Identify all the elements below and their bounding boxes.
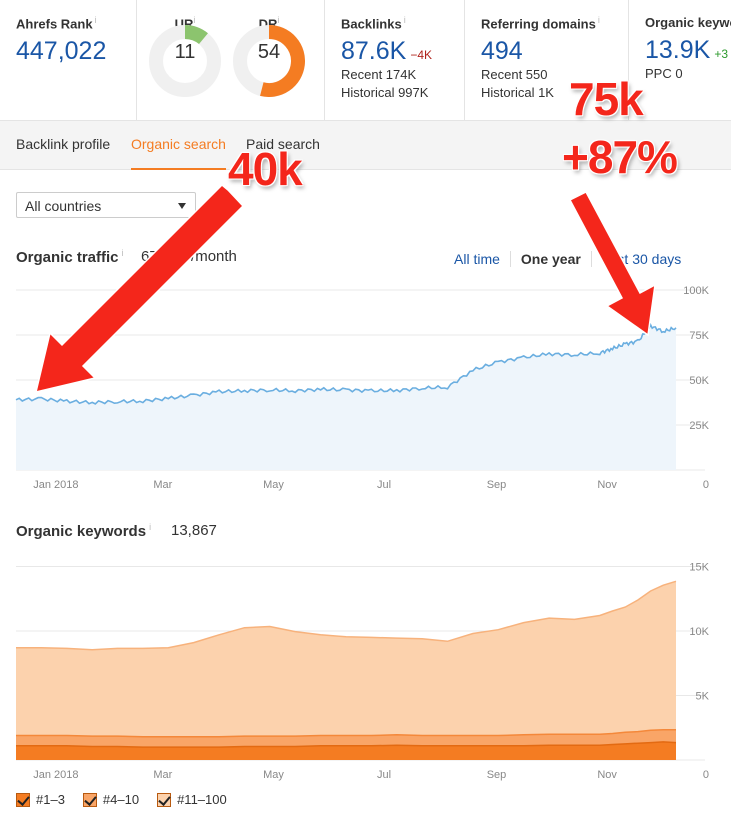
keywords-area-11-100 xyxy=(16,581,676,737)
legend-item-11-100[interactable]: #11–100 xyxy=(157,792,227,807)
x-tick-label: Jan 2018 xyxy=(33,479,78,491)
organic-keywords-title: Organic keywords i xyxy=(16,522,151,540)
tab-backlink-profile[interactable]: Backlink profile xyxy=(16,136,110,170)
y-tick-label: 100K xyxy=(683,285,709,297)
y-tick-label: 15K xyxy=(689,561,709,573)
dr-gauge[interactable]: DRi 54 xyxy=(233,15,305,97)
backlinks-value[interactable]: 87.6K xyxy=(341,37,406,65)
backlinks-delta: −4K xyxy=(410,48,433,63)
info-icon[interactable]: i xyxy=(193,15,195,25)
info-icon[interactable]: i xyxy=(95,15,97,25)
metric-organic-keywords: Organic keywords 13.9K +3 PPC 0 xyxy=(629,0,731,120)
metric-gauges: URi 11 DRi 54 xyxy=(137,0,325,120)
tab-organic-search[interactable]: Organic search xyxy=(131,136,226,170)
legend-label: #1–3 xyxy=(36,792,65,807)
x-tick-label: May xyxy=(263,479,284,491)
ur-gauge-fill xyxy=(184,25,208,45)
organic-traffic-value: 67,766 /month xyxy=(141,248,237,265)
metric-ahrefs-rank: Ahrefs Rank i 447,022 xyxy=(0,0,137,120)
annotation-40k: 40k xyxy=(228,143,303,195)
checkbox-checked-icon[interactable] xyxy=(157,792,172,807)
x-tick-label: Sep xyxy=(487,769,507,781)
organic-traffic-title: Organic traffic i xyxy=(16,248,124,266)
metric-backlinks: Backlinks i 87.6K −4K Recent 174K Historic… xyxy=(325,0,465,120)
referring-domains-label: Referring domains xyxy=(481,16,596,32)
annotation-87-percent: +87% xyxy=(562,131,678,183)
y-tick-label: 75K xyxy=(689,330,709,342)
chevron-down-icon xyxy=(178,203,186,209)
legend-item-1-3[interactable]: #1–3 xyxy=(16,792,65,807)
ppc-value: PPC 0 xyxy=(645,66,683,81)
x-tick-label: Nov xyxy=(597,769,617,781)
info-icon[interactable]: i xyxy=(122,248,124,258)
legend-label: #11–100 xyxy=(177,792,227,807)
referring-domains-value[interactable]: 494 xyxy=(481,37,628,66)
x-tick-label: Jul xyxy=(377,769,391,781)
legend-label: #4–10 xyxy=(102,792,140,807)
info-icon[interactable]: i xyxy=(598,15,600,25)
time-range-selector: All time One year Last 30 days xyxy=(454,251,691,267)
x-tick-label: May xyxy=(263,769,284,781)
y-tick-label: 25K xyxy=(689,420,709,432)
y-tick-label: 5K xyxy=(696,690,710,702)
backlinks-historical: Historical 997K xyxy=(341,85,429,101)
organic-traffic-title-text: Organic traffic xyxy=(16,249,119,266)
x-tick-label: Mar xyxy=(153,479,172,491)
country-select[interactable]: All countries xyxy=(16,192,196,218)
organic-keywords-label: Organic keywords xyxy=(645,15,731,30)
ahrefs-rank-label: Ahrefs Rank xyxy=(16,16,93,32)
backlinks-label: Backlinks xyxy=(341,16,402,32)
x-tick-label: Sep xyxy=(487,479,507,491)
x-tick-label: Jan 2018 xyxy=(33,769,78,781)
x-tick-label: Jul xyxy=(377,479,391,491)
annotation-75k: 75k xyxy=(569,73,644,125)
ur-value: 11 xyxy=(174,41,196,63)
y-tick-label: 50K xyxy=(689,375,709,387)
x-tick-label: Nov xyxy=(597,479,617,491)
range-all-time[interactable]: All time xyxy=(454,251,510,267)
y-tick-label: 0 xyxy=(703,479,709,491)
organic-traffic-chart[interactable]: 0 25K 50K 75K 100K Jan 2018 Mar May Jul Sep Nov xyxy=(0,285,731,495)
legend-item-4-10[interactable]: #4–10 xyxy=(82,792,140,807)
x-tick-label: Mar xyxy=(153,769,172,781)
backlinks-recent: Recent 174K xyxy=(341,67,417,83)
ahrefs-rank-value[interactable]: 447,022 xyxy=(16,37,136,66)
info-icon[interactable]: i xyxy=(149,522,151,532)
y-tick-label: 10K xyxy=(689,626,709,638)
range-last-30-days[interactable]: Last 30 days xyxy=(590,251,691,267)
ur-gauge[interactable]: URi 11 xyxy=(149,15,221,97)
info-icon[interactable]: i xyxy=(277,15,279,25)
range-one-year[interactable]: One year xyxy=(509,251,591,267)
keywords-legend: #1–3 #4–10 #11–100 xyxy=(16,792,245,807)
organic-keywords-title-text: Organic keywords xyxy=(16,523,147,540)
organic-keywords-count: 13,867 xyxy=(171,522,217,539)
checkbox-checked-icon[interactable] xyxy=(16,792,30,807)
organic-keywords-delta: +3 xyxy=(714,47,729,61)
checkbox-checked-icon[interactable] xyxy=(82,792,97,807)
organic-keywords-value[interactable]: 13.9K xyxy=(645,36,710,64)
traffic-area xyxy=(16,324,676,470)
organic-keywords-chart[interactable]: 0 5K 10K 15K Jan 2018 Mar May Jul Sep Nov xyxy=(0,555,731,785)
country-select-value: All countries xyxy=(25,198,102,214)
y-tick-label: 0 xyxy=(703,769,709,781)
dr-value: 54 xyxy=(257,41,281,63)
info-icon[interactable]: i xyxy=(404,15,406,25)
